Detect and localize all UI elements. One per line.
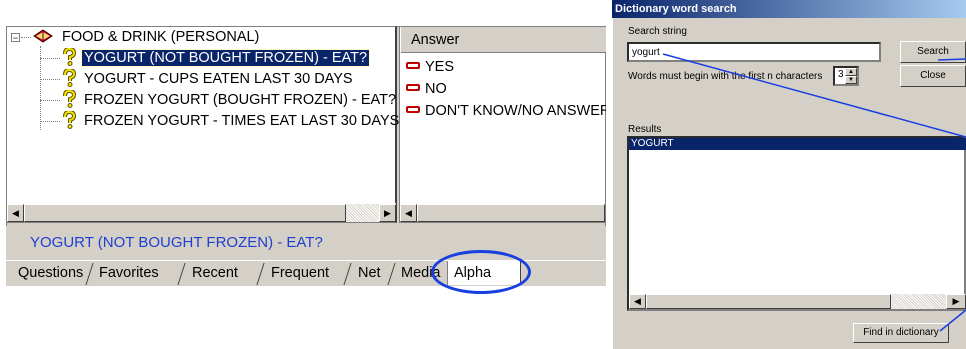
annotation-arrow: [939, 309, 966, 332]
annotation-arrows: [662, 53, 966, 332]
annotation-arrow: [937, 58, 966, 61]
annotation-arrow: [662, 53, 966, 138]
